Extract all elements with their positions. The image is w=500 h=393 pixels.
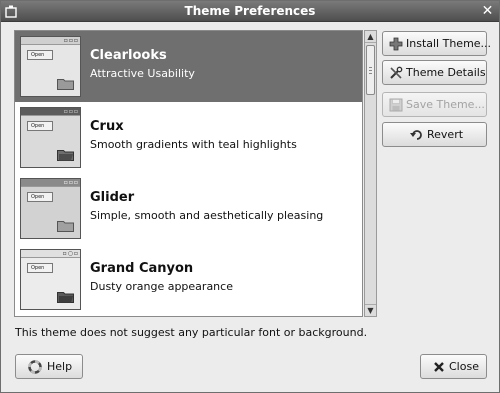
- theme-name: Glider: [90, 190, 135, 205]
- thumbnail-window-buttons-icon: ▫▫▫: [63, 108, 79, 115]
- close-icon: ✕: [481, 3, 494, 19]
- arrow-down-icon: ▼: [367, 306, 374, 315]
- arrow-up-icon: ▲: [367, 32, 374, 41]
- folder-icon: [57, 79, 74, 90]
- scroll-up-button[interactable]: ▲: [365, 31, 376, 43]
- theme-name: Clearlooks: [90, 48, 167, 63]
- theme-item-grand-canyon[interactable]: ▫○▫ Open Grand Canyon Dusty orange appea…: [15, 244, 362, 315]
- thumbnail-open-button: Open: [27, 192, 53, 202]
- scroll-down-button[interactable]: ▼: [365, 304, 376, 316]
- thumbnail-open-button: Open: [27, 50, 53, 60]
- theme-item-crux[interactable]: ▫▫▫ Open Crux Smooth gradients with teal…: [15, 102, 362, 173]
- theme-name: Grand Canyon: [90, 261, 194, 276]
- theme-preferences-window: Theme Preferences ✕ ▫▫▫ Open Clearlooks …: [0, 0, 500, 393]
- help-label: Help: [47, 360, 73, 373]
- window-close-button[interactable]: ✕: [480, 4, 495, 19]
- grip-line: [369, 73, 372, 74]
- lifebuoy-icon: [28, 360, 42, 374]
- theme-description: Smooth gradients with teal highlights: [90, 138, 297, 151]
- theme-list[interactable]: ▫▫▫ Open Clearlooks Attractive Usability…: [14, 30, 363, 317]
- theme-details-label: Theme Details: [406, 66, 486, 79]
- theme-preview-thumbnail: ▫▫▫ Open: [20, 107, 81, 168]
- install-theme-button[interactable]: Install Theme...: [382, 31, 491, 56]
- folder-icon: [57, 292, 74, 303]
- help-button[interactable]: Help: [15, 354, 83, 379]
- theme-info-text: This theme does not suggest any particul…: [15, 326, 368, 339]
- theme-preview-thumbnail: ▫○▫ Open: [20, 249, 81, 310]
- thumbnail-titlebar: ▫○▫: [21, 250, 80, 258]
- x-icon: [434, 362, 444, 372]
- theme-details-button[interactable]: Theme Details: [382, 60, 487, 85]
- save-theme-label: Save Theme...: [406, 98, 485, 111]
- scrollbar-thumb[interactable]: [366, 45, 375, 95]
- theme-preview-thumbnail: ▫▫▫ Open: [20, 36, 81, 97]
- thumbnail-window-buttons-icon: ▫▫▫: [63, 37, 79, 44]
- revert-button[interactable]: Revert: [382, 122, 487, 147]
- theme-list-scrollbar[interactable]: ▲ ▼: [364, 30, 377, 317]
- thumbnail-window-buttons-icon: ▫▫▫: [63, 179, 79, 186]
- thumbnail-titlebar: ▫▫▫: [21, 37, 80, 45]
- theme-description: Attractive Usability: [90, 67, 195, 80]
- window-title: Theme Preferences: [184, 4, 316, 18]
- grip-line: [369, 67, 372, 68]
- revert-label: Revert: [427, 128, 464, 141]
- theme-item-glider[interactable]: ▫▫▫ Open Glider Simple, smooth and aesth…: [15, 173, 362, 244]
- undo-arrow-icon: [410, 130, 422, 140]
- plus-icon: [389, 37, 403, 51]
- install-theme-label: Install Theme...: [406, 37, 492, 50]
- thumbnail-titlebar: ▫▫▫: [21, 108, 80, 116]
- thumbnail-window-buttons-icon: ▫○▫: [62, 250, 79, 257]
- close-button[interactable]: Close: [420, 354, 487, 379]
- title-bar[interactable]: Theme Preferences ✕: [1, 1, 499, 22]
- save-theme-button[interactable]: Save Theme...: [382, 92, 487, 117]
- folder-icon: [57, 150, 74, 161]
- floppy-icon: [389, 98, 403, 112]
- theme-name: Crux: [90, 119, 124, 134]
- thumbnail-titlebar: ▫▫▫: [21, 179, 80, 187]
- folder-icon: [57, 221, 74, 232]
- theme-description: Dusty orange appearance: [90, 280, 233, 293]
- tools-icon: [390, 66, 403, 79]
- theme-preview-thumbnail: ▫▫▫ Open: [20, 178, 81, 239]
- thumbnail-open-button: Open: [27, 263, 53, 273]
- grip-line: [369, 70, 372, 71]
- thumbnail-open-button: Open: [27, 121, 53, 131]
- theme-description: Simple, smooth and aesthetically pleasin…: [90, 209, 324, 222]
- theme-item-clearlooks[interactable]: ▫▫▫ Open Clearlooks Attractive Usability: [15, 31, 362, 102]
- close-label: Close: [449, 360, 479, 373]
